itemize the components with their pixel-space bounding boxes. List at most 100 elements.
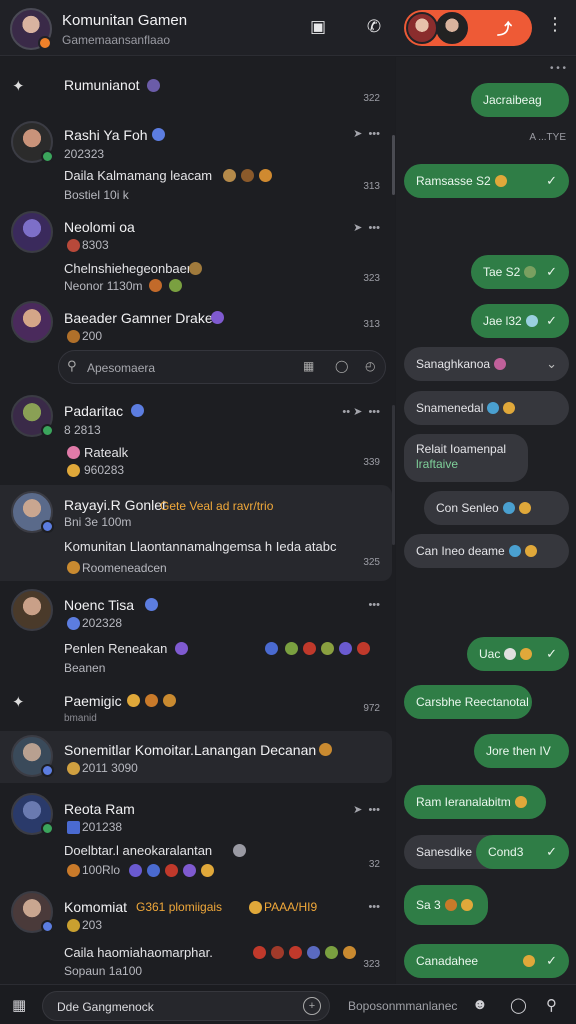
message-bubble[interactable]: Carsbhe Reectanotal (404, 685, 532, 719)
more-icon[interactable]: ➤ ••• (353, 803, 380, 816)
apps-icon[interactable]: ▦ (12, 996, 26, 1014)
pane-menu[interactable]: • • • (550, 63, 566, 74)
emoji-icon (67, 864, 80, 877)
attach-icon[interactable]: ▦ (303, 359, 314, 373)
message-preview: Beanen (64, 661, 106, 675)
message-bubble[interactable]: Ramsasse S2 ✓ (404, 164, 569, 198)
emoji-icon (339, 642, 352, 655)
emoji-icon (67, 330, 80, 343)
member-meta: 200 (82, 329, 103, 343)
last-message: Komunitan Llaontannamalngemsa h Ieda ata… (64, 539, 337, 554)
message-text: Con Senleo (436, 501, 499, 515)
emoji-icon (524, 266, 537, 278)
emoji-icon (523, 955, 535, 967)
message-bubble[interactable]: Relait Ioamenpal lraftaive (404, 434, 528, 482)
message-bubble[interactable]: Jacraibeag (471, 83, 569, 117)
message-bubble[interactable]: Snamenedal (404, 391, 569, 425)
list-item[interactable]: Rayayi.R Gonlet Gete Veal ad ravr/trio B… (0, 485, 392, 581)
emoji-icon (271, 946, 284, 959)
add-icon[interactable]: + (303, 997, 321, 1015)
more-icon[interactable]: ⋮ (546, 14, 564, 35)
microphone-icon[interactable]: ⚲ (546, 996, 557, 1014)
list-item[interactable]: Komomiat G361 plomiigais PAAA/HI9 203 Ca… (0, 887, 392, 981)
avatar (11, 589, 53, 631)
message-pane: • • • Jacraibeag A ...TYE Ramsasse S2 ✓ T… (396, 57, 576, 984)
emoji-icon (147, 79, 160, 92)
more-icon[interactable]: ••• (368, 901, 380, 913)
more-icon[interactable]: •• ➤ ••• (342, 405, 380, 418)
message-text: Ramsasse S2 (416, 174, 491, 188)
message-bubble[interactable]: Ram Ieranalabitm (404, 785, 546, 819)
group-title[interactable]: Komunitan Gamen (62, 12, 187, 29)
join-call-icon[interactable]: ⤴ (497, 18, 512, 39)
list-item[interactable]: Reota Ram 201238 Doelbtar.l aneokaralant… (0, 789, 392, 879)
emoji-icon (67, 464, 80, 477)
more-icon[interactable]: ••• (368, 599, 380, 611)
list-item[interactable]: Baeader Gamner Drake 200 313 (0, 297, 392, 353)
emoji-icon (67, 821, 80, 834)
message-input[interactable]: Dde Gangmenock + (42, 991, 330, 1021)
emoji-icon (147, 864, 160, 877)
chat-bubble-icon[interactable]: ◯ (510, 996, 527, 1014)
message-bubble[interactable]: Cond3 ✓ (476, 835, 569, 869)
message-bubble[interactable]: Jore then IV (474, 734, 569, 768)
emoji-icon (289, 946, 302, 959)
channel-subtitle: bmanid (64, 713, 97, 724)
emoji-icon (265, 642, 278, 655)
list-item[interactable]: Noenc Tisa 202328 Penlen Reneakan Beanen… (0, 585, 392, 677)
voice-call-icon[interactable]: ✆ (362, 15, 386, 39)
emoji-icon (325, 946, 338, 959)
more-icon[interactable]: ➤ ••• (353, 127, 380, 140)
avatar (11, 891, 54, 933)
emoji-picker-icon[interactable]: ☻ (472, 996, 488, 1013)
emoji-icon (241, 169, 254, 182)
list-item[interactable]: Sonemitlar Komoitar.Lanangan Decanan 201… (0, 731, 392, 783)
message-text: Jae l32 (483, 314, 522, 328)
message-preview: Roomeneadcen (82, 561, 167, 575)
message-bubble[interactable]: Sa 3 (404, 885, 488, 925)
message-bubble[interactable]: Tae S2 ✓ (471, 255, 569, 289)
more-icon[interactable]: ➤ ••• (353, 221, 380, 234)
chat-icon[interactable]: ◯ (335, 359, 348, 373)
last-message: Chelnshiehegeonbaer (64, 261, 192, 276)
message-bubble[interactable]: Jae l32 ✓ (471, 304, 569, 338)
message-text: Cond3 (488, 845, 524, 859)
emoji-icon (285, 642, 298, 655)
member-meta: 8 2813 (64, 423, 101, 437)
read-check-icon: ✓ (546, 844, 557, 859)
scrollbar[interactable] (392, 135, 395, 195)
message-bubble[interactable]: Sanaghkanoa ⌄ (404, 347, 569, 381)
member-name: Padaritac (64, 403, 124, 419)
emoji-icon (223, 169, 236, 182)
member-meta: 2011 3090 (82, 761, 138, 775)
emoji-icon (169, 279, 182, 292)
group-avatar[interactable] (10, 8, 52, 50)
search-placeholder: Apesomaera (87, 361, 156, 375)
message-bubble[interactable]: Can Ineo deame (404, 534, 569, 568)
message-bubble[interactable]: Uac ✓ (467, 637, 569, 671)
message-bubble[interactable]: Canadahee ✓ (404, 944, 569, 978)
status-dot (41, 150, 54, 163)
message-text: Sanesdike (416, 845, 473, 859)
search-bar[interactable]: ⚲ Apesomaera ▦ ◯ ◴ (58, 350, 386, 384)
clock-icon[interactable]: ◴ (365, 359, 375, 373)
emoji-icon (149, 279, 162, 292)
active-call-pill[interactable]: ⤴ (404, 10, 532, 46)
list-item[interactable]: ✦ Paemigic bmanid 972 (0, 683, 392, 727)
time: 313 (363, 319, 380, 330)
composer-hint: Boposonmmanlanec (348, 999, 458, 1013)
read-check-icon: ✓ (546, 313, 557, 328)
list-item[interactable]: Rashi Ya Foh 202323 Daila Kalmamang leac… (0, 117, 392, 205)
avatar (11, 301, 53, 343)
list-item[interactable]: Padaritac 8 2813 Ratealk 960283 •• ➤ •••… (0, 391, 392, 481)
emoji-icon (502, 502, 515, 514)
list-item[interactable]: Neolomi oa 8303 Chelnshiehegeonbaer Neon… (0, 207, 392, 297)
emoji-icon (67, 919, 80, 932)
last-message: Doelbtar.l aneokaralantan (64, 843, 213, 858)
video-call-icon[interactable]: ▣ (306, 15, 330, 39)
emoji-icon (494, 358, 507, 370)
message-bubble[interactable]: Con Senleo (424, 491, 569, 525)
avatar (11, 735, 54, 777)
emoji-icon (303, 642, 316, 655)
list-item[interactable]: ✦ Rumunianot 322 (0, 67, 392, 111)
